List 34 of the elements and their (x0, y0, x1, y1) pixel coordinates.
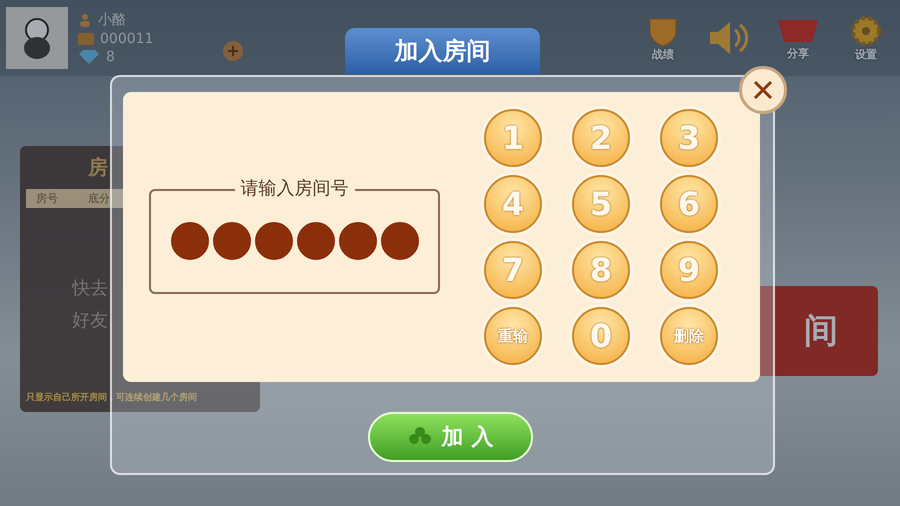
digit-key[interactable]: 6 (660, 175, 718, 233)
icon-label: 分享 (787, 46, 809, 60)
close-button[interactable] (739, 66, 787, 114)
empty-message: 好友 (72, 309, 108, 332)
input-prompt: 请输入房间号 (234, 176, 354, 200)
icon-label: 设置 (855, 46, 877, 62)
empty-message: 快去 (72, 277, 108, 300)
footer-note: 只显示自己所开房间，可连续创建几个房间 (26, 391, 198, 404)
action-key[interactable]: 删除 (660, 307, 718, 365)
digit-key[interactable]: 9 (660, 241, 718, 299)
user-icon (78, 13, 92, 27)
digit-key[interactable]: 3 (660, 109, 718, 167)
digit-key[interactable]: 8 (572, 241, 630, 299)
digit-key[interactable]: 4 (484, 175, 542, 233)
column-header: 房号 (36, 191, 58, 206)
digit-key[interactable]: 1 (484, 109, 542, 167)
avatar[interactable] (6, 7, 68, 69)
plus-icon (227, 45, 240, 57)
column-header: 底分 (88, 191, 110, 206)
panel-title: 房 (88, 154, 108, 181)
action-key[interactable]: 重输 (484, 307, 542, 365)
close-icon (753, 80, 773, 100)
player-id: 000011 (100, 31, 154, 47)
icon-label: 战绩 (652, 46, 674, 62)
dialog-title: 加入房间 (345, 28, 540, 74)
digit-key[interactable]: 7 (484, 241, 542, 299)
diamond-icon (78, 49, 100, 65)
diamond-count: 8 (106, 49, 115, 65)
digit-key[interactable]: 0 (572, 307, 630, 365)
player-name: 小酪 (98, 11, 126, 29)
add-button[interactable] (223, 41, 244, 61)
join-button[interactable]: 加 入 (368, 412, 533, 462)
digit-key[interactable]: 5 (572, 175, 630, 233)
digit-key[interactable]: 2 (572, 109, 630, 167)
